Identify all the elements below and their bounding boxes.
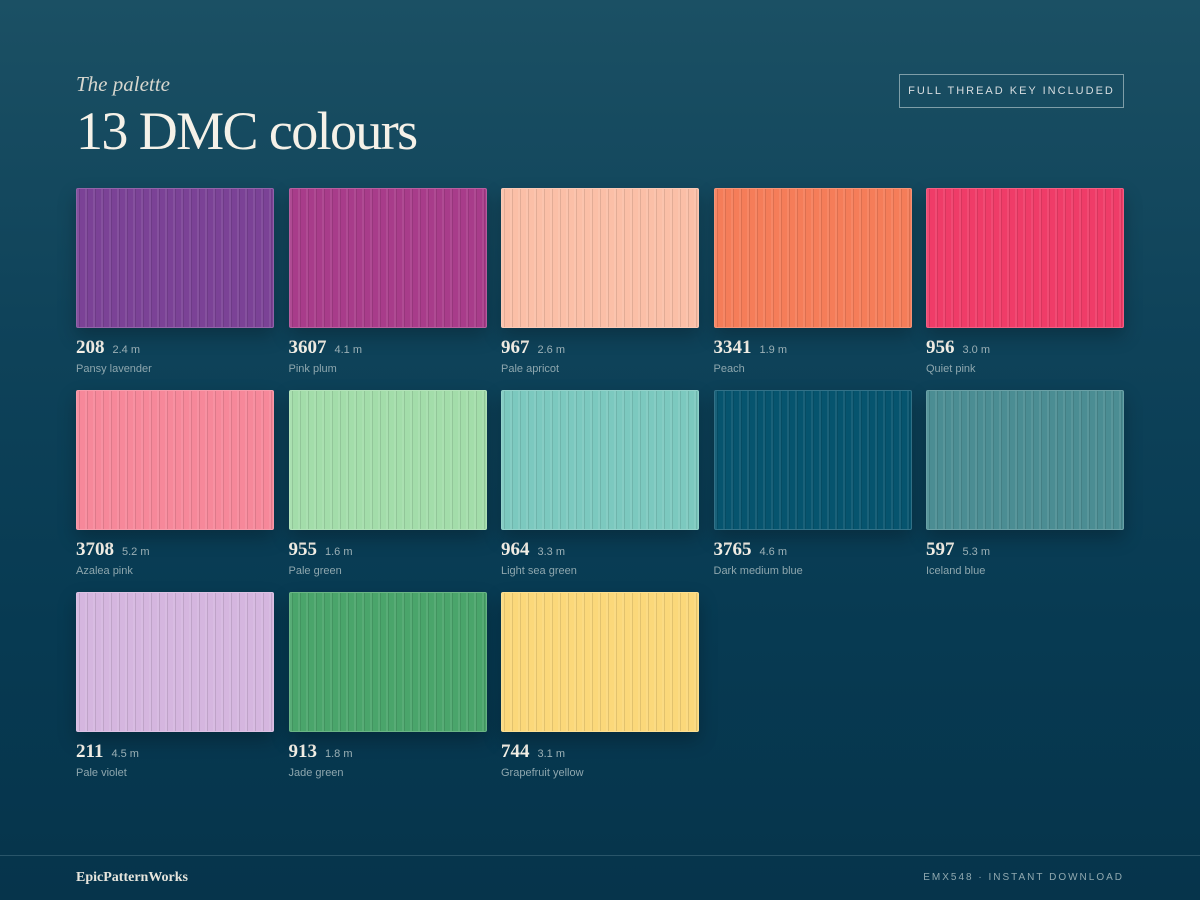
swatch-card: 211 4.5 m Pale violet <box>76 592 274 794</box>
thread-length: 4.6 m <box>759 546 788 558</box>
swatch-color <box>926 188 1124 328</box>
swatch-meta: 967 2.6 m <box>501 338 699 357</box>
thread-name: Iceland blue <box>926 565 986 577</box>
swatch-meta: 956 3.0 m <box>926 338 1124 357</box>
thread-length: 3.0 m <box>962 344 991 356</box>
thread-code: 955 <box>288 539 318 560</box>
thread-length: 3.3 m <box>537 546 566 558</box>
swatch-card: 964 3.3 m Light sea green <box>501 390 699 592</box>
thread-code: 3708 <box>76 539 114 560</box>
swatch-meta: 955 1.6 m <box>289 540 487 559</box>
swatch-meta: 211 4.5 m <box>76 742 274 761</box>
swatch-meta: 3607 4.1 m <box>289 338 487 357</box>
swatch-color <box>501 592 699 732</box>
product-info: EMX548 · INSTANT DOWNLOAD <box>923 872 1124 883</box>
swatch-color <box>288 592 487 732</box>
swatch-color <box>501 188 699 328</box>
brand-name: EpicPatternWorks <box>76 870 188 885</box>
swatch-meta: 964 3.3 m <box>501 540 699 559</box>
thread-length: 1.6 m <box>325 546 353 558</box>
thread-code: 3765 <box>713 539 752 560</box>
palette-grid: 208 2.4 m Pansy lavender 3607 4.1 m Pink… <box>76 188 1124 794</box>
thread-code: 956 <box>926 337 955 358</box>
thread-length: 2.4 m <box>112 344 141 356</box>
thread-name: Pink plum <box>288 363 337 375</box>
thread-code: 3607 <box>288 337 327 358</box>
header: The palette 13 DMC colours <box>76 72 418 161</box>
thread-name: Pansy lavender <box>76 363 152 375</box>
thread-code: 208 <box>76 337 105 358</box>
thread-name: Azalea pink <box>76 565 133 577</box>
thread-name: Pale violet <box>76 767 127 779</box>
swatch-color <box>713 188 912 328</box>
footer-divider <box>0 855 1200 856</box>
swatch-meta: 3765 4.6 m <box>714 540 912 559</box>
page-subtitle: The palette <box>76 72 170 96</box>
thread-name: Jade green <box>288 767 344 779</box>
swatch-meta: 3341 1.9 m <box>714 338 912 357</box>
swatch-card: 956 3.0 m Quiet pink <box>926 188 1124 390</box>
swatch-color <box>76 390 274 530</box>
swatch-card: 3708 5.2 m Azalea pink <box>76 390 274 592</box>
swatch-color <box>76 592 274 732</box>
swatch-meta: 208 2.4 m <box>76 338 274 357</box>
swatch-meta: 597 5.3 m <box>926 540 1124 559</box>
swatch-card: 967 2.6 m Pale apricot <box>501 188 699 390</box>
thread-key-badge: FULL THREAD KEY INCLUDED <box>899 74 1124 108</box>
swatch-meta: 913 1.8 m <box>289 742 487 761</box>
thread-length: 4.1 m <box>334 344 363 356</box>
thread-code: 913 <box>288 741 318 762</box>
thread-length: 3.1 m <box>537 748 566 760</box>
swatch-card: 208 2.4 m Pansy lavender <box>76 188 274 390</box>
thread-code: 211 <box>76 741 104 762</box>
thread-length: 5.2 m <box>122 546 150 558</box>
swatch-color <box>288 390 487 530</box>
thread-name: Quiet pink <box>926 363 976 375</box>
thread-code: 744 <box>501 741 530 762</box>
swatch-card: 3341 1.9 m Peach <box>713 188 912 390</box>
thread-name: Dark medium blue <box>713 565 803 577</box>
thread-length: 2.6 m <box>537 344 566 356</box>
thread-length: 5.3 m <box>962 546 991 558</box>
thread-code: 964 <box>501 539 530 560</box>
swatch-color <box>926 390 1124 530</box>
swatch-color <box>76 188 274 328</box>
thread-length: 1.9 m <box>759 344 788 356</box>
thread-code: 597 <box>926 539 955 560</box>
swatch-card: 3607 4.1 m Pink plum <box>288 188 487 390</box>
swatch-card: 955 1.6 m Pale green <box>288 390 487 592</box>
swatch-meta: 3708 5.2 m <box>76 540 274 559</box>
swatch-card: 3765 4.6 m Dark medium blue <box>713 390 912 592</box>
thread-name: Light sea green <box>501 565 577 577</box>
swatch-color <box>713 390 912 530</box>
thread-name: Peach <box>713 363 745 375</box>
thread-name: Pale apricot <box>501 363 560 375</box>
swatch-color <box>501 390 699 530</box>
swatch-card: 744 3.1 m Grapefruit yellow <box>501 592 699 794</box>
thread-length: 1.8 m <box>325 748 353 760</box>
thread-length: 4.5 m <box>111 748 139 760</box>
swatch-card: 913 1.8 m Jade green <box>288 592 487 794</box>
swatch-meta: 744 3.1 m <box>501 742 699 761</box>
swatch-card: 597 5.3 m Iceland blue <box>926 390 1124 592</box>
page-title: 13 DMC colours <box>76 101 418 161</box>
thread-code: 3341 <box>713 337 752 358</box>
thread-code: 967 <box>501 337 530 358</box>
thread-name: Pale green <box>288 565 342 577</box>
thread-name: Grapefruit yellow <box>501 767 584 779</box>
swatch-color <box>288 188 487 328</box>
